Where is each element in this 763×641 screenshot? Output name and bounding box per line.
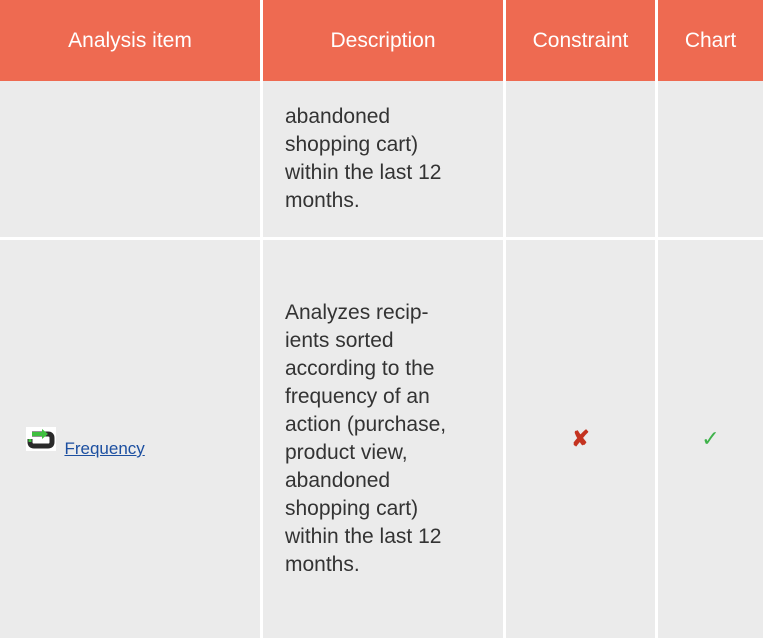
table-row: Frequency Analyzes recip- ients sorted a… xyxy=(0,240,763,641)
chart-cell xyxy=(658,81,763,240)
table-header-row: Analysis item Description Constraint Cha… xyxy=(0,0,763,81)
check-icon: ✓ xyxy=(701,426,720,451)
description-line: shopping cart) xyxy=(285,497,419,520)
description-line: abandoned xyxy=(285,105,391,128)
description-line: product view, xyxy=(285,441,408,464)
description-line: ients sorted xyxy=(285,329,394,352)
constraint-cell xyxy=(506,81,658,240)
description-line: months. xyxy=(285,553,360,576)
header-chart: Chart xyxy=(658,0,763,81)
description-line: abandoned xyxy=(285,469,391,492)
table-row: abandoned shopping cart) within the last… xyxy=(0,81,763,240)
description-line: within the last 12 xyxy=(285,161,442,184)
description-line: action (purchase, xyxy=(285,413,447,436)
description-line: Analyzes recip- xyxy=(285,301,429,324)
repeat-icon xyxy=(26,427,56,451)
description-line: months. xyxy=(285,189,360,212)
constraint-cell: ✘ xyxy=(506,240,658,641)
description-line: frequency of an xyxy=(285,385,430,408)
frequency-link[interactable]: Frequency xyxy=(64,439,144,458)
cross-icon: ✘ xyxy=(571,426,590,451)
analysis-table: Analysis item Description Constraint Cha… xyxy=(0,0,763,641)
analysis-items-table: Analysis item Description Constraint Cha… xyxy=(0,0,763,641)
analysis-item-cell: Frequency xyxy=(0,240,263,641)
chart-cell: ✓ xyxy=(658,240,763,641)
description-line: according to the xyxy=(285,357,435,380)
description-cell: Analyzes recip- ients sorted according t… xyxy=(263,240,506,641)
header-description: Description xyxy=(263,0,506,81)
description-line: within the last 12 xyxy=(285,525,442,548)
description-cell: abandoned shopping cart) within the last… xyxy=(263,81,506,240)
header-constraint: Constraint xyxy=(506,0,658,81)
header-analysis-item: Analysis item xyxy=(0,0,263,81)
analysis-item-cell xyxy=(0,81,263,240)
description-line: shopping cart) xyxy=(285,133,419,156)
